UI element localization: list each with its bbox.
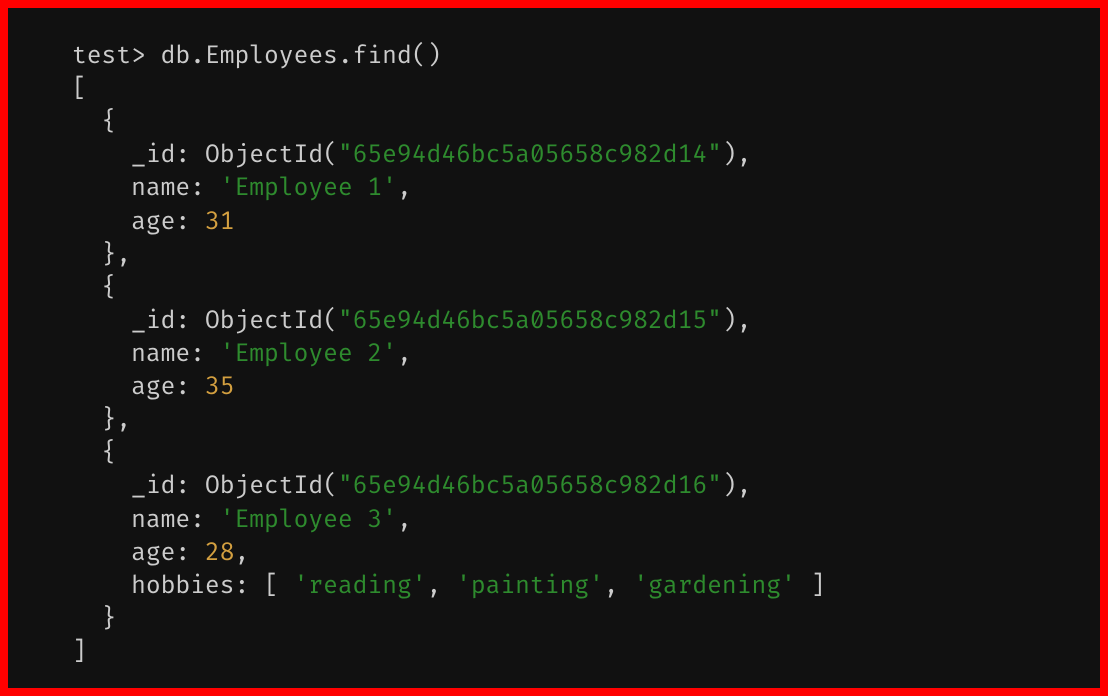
object-close-brace: }, bbox=[72, 241, 131, 270]
output-line: ] bbox=[72, 636, 1036, 669]
indent bbox=[72, 174, 131, 203]
indent bbox=[72, 141, 131, 170]
comma: , bbox=[397, 340, 412, 369]
hobby-value: 'painting' bbox=[456, 572, 604, 601]
hobby-value: 'gardening' bbox=[633, 572, 795, 601]
name-value: 'Employee 2' bbox=[220, 340, 397, 369]
output-line: _id: ObjectId("65e94d46bc5a05658c982d14"… bbox=[72, 139, 1036, 172]
indent bbox=[72, 539, 131, 568]
key-age: age: bbox=[131, 208, 190, 237]
key-id: _id: bbox=[131, 141, 190, 170]
comma: , bbox=[737, 472, 752, 501]
key-age: age: bbox=[131, 373, 190, 402]
key-id: _id: bbox=[131, 472, 190, 501]
comma: , bbox=[397, 174, 412, 203]
terminal-window[interactable]: test> db.Employees.find() [ { _id: Objec… bbox=[8, 8, 1100, 688]
output-line: hobbies: [ 'reading', 'painting', 'garde… bbox=[72, 570, 1036, 603]
output-line: { bbox=[72, 272, 1036, 305]
id-value: "65e94d46bc5a05658c982d15" bbox=[338, 307, 722, 336]
indent bbox=[72, 472, 131, 501]
key-name: name: bbox=[131, 340, 205, 369]
output-line: { bbox=[72, 106, 1036, 139]
key-name: name: bbox=[131, 506, 205, 535]
output-line: age: 35 bbox=[72, 371, 1036, 404]
object-open-brace: { bbox=[72, 439, 116, 468]
age-value: 35 bbox=[205, 373, 235, 402]
prompt: test> bbox=[72, 42, 146, 71]
objectid-close: ) bbox=[722, 472, 737, 501]
comma-sep: , bbox=[604, 572, 634, 601]
key-age: age: bbox=[131, 539, 190, 568]
output-line: name: 'Employee 1', bbox=[72, 172, 1036, 205]
hobby-value: 'reading' bbox=[294, 572, 427, 601]
comma: , bbox=[234, 539, 249, 568]
age-value: 28 bbox=[205, 539, 235, 568]
array-close-bracket: ] bbox=[72, 638, 87, 667]
id-value: "65e94d46bc5a05658c982d14" bbox=[338, 141, 722, 170]
output-line: name: 'Employee 2', bbox=[72, 338, 1036, 371]
id-value: "65e94d46bc5a05658c982d16" bbox=[338, 472, 722, 501]
object-close-brace: }, bbox=[72, 406, 131, 435]
indent bbox=[72, 572, 131, 601]
output-line: } bbox=[72, 603, 1036, 636]
comma-sep: , bbox=[427, 572, 457, 601]
object-open-brace: { bbox=[72, 274, 116, 303]
key-name: name: bbox=[131, 174, 205, 203]
objectid-fn: ObjectId( bbox=[205, 141, 338, 170]
comma: , bbox=[397, 506, 412, 535]
array-close-bracket: ] bbox=[811, 572, 826, 601]
command-text: db.Employees.find() bbox=[161, 42, 442, 71]
output-line: name: 'Employee 3', bbox=[72, 504, 1036, 537]
indent bbox=[72, 506, 131, 535]
comma: , bbox=[737, 141, 752, 170]
indent bbox=[72, 373, 131, 402]
output-line: [ bbox=[72, 73, 1036, 106]
name-value: 'Employee 3' bbox=[220, 506, 397, 535]
indent bbox=[72, 340, 131, 369]
indent bbox=[72, 307, 131, 336]
space bbox=[146, 42, 161, 71]
objectid-close: ) bbox=[722, 307, 737, 336]
age-value: 31 bbox=[205, 208, 235, 237]
array-open-bracket: [ bbox=[264, 572, 279, 601]
objectid-fn: ObjectId( bbox=[205, 472, 338, 501]
output-line: age: 31 bbox=[72, 206, 1036, 239]
name-value: 'Employee 1' bbox=[220, 174, 397, 203]
array-open-bracket: [ bbox=[72, 75, 87, 104]
objectid-close: ) bbox=[722, 141, 737, 170]
output-line: age: 28, bbox=[72, 537, 1036, 570]
output-line: }, bbox=[72, 404, 1036, 437]
indent bbox=[72, 208, 131, 237]
output-line: { bbox=[72, 437, 1036, 470]
key-hobbies: hobbies: bbox=[131, 572, 249, 601]
command-line: test> db.Employees.find() bbox=[72, 40, 1036, 73]
comma: , bbox=[737, 307, 752, 336]
output-line: _id: ObjectId("65e94d46bc5a05658c982d16"… bbox=[72, 470, 1036, 503]
object-close-brace: } bbox=[72, 605, 116, 634]
key-id: _id: bbox=[131, 307, 190, 336]
output-line: }, bbox=[72, 239, 1036, 272]
output-line: _id: ObjectId("65e94d46bc5a05658c982d15"… bbox=[72, 305, 1036, 338]
object-open-brace: { bbox=[72, 108, 116, 137]
objectid-fn: ObjectId( bbox=[205, 307, 338, 336]
